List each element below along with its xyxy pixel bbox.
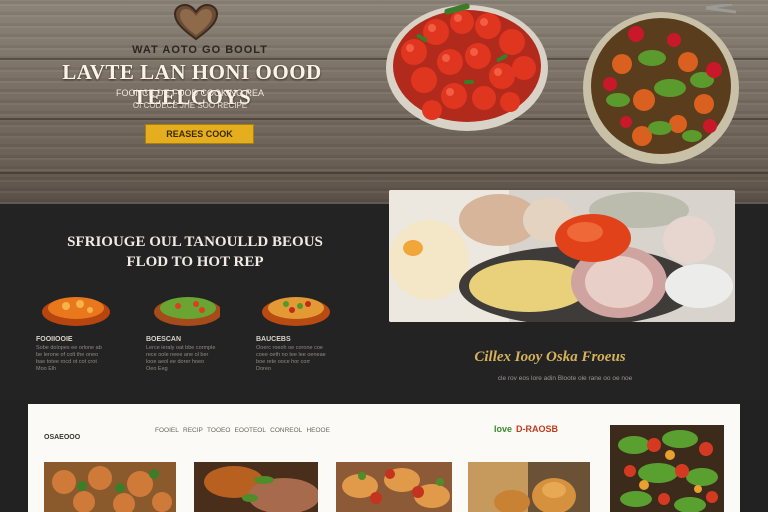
feature-food-photo [389,190,735,322]
dish-card[interactable]: FOOIIOOIE Sobe dolopes ee orlone ab be l… [36,292,128,373]
panel-brand-part2: D-RAOSB [516,424,559,434]
hero-subtitle-2: OI CODECE JHE SOO RECIPE [132,101,248,110]
panel-label: OSAEOOO [44,434,81,441]
dish-desc: Sobe dolopes ee orlone ab be lerone of c… [36,345,102,372]
dish-name: BAUCEBS [256,336,291,343]
hero-subtitle: FOONCE DE FOOD COOKING REA [115,88,264,98]
dish-name: BOESCAN [146,336,182,343]
collection-subtitle: cle rov eos lore adin Bloote ole rane oo… [497,375,633,382]
panel-brand[interactable]: Iove D-RAOSB [494,424,558,434]
dish-plate-image [262,297,330,326]
panel-nav-item[interactable]: RECIP [183,427,203,434]
featured-title-line2: FLOD TO HOT REP [126,254,264,270]
panel-nav-item[interactable]: CONREOL [270,427,302,434]
dish-plate-image [154,297,222,326]
recipe-thumbnail[interactable] [194,462,318,512]
dish-card[interactable]: BOESCAN Lerce ieraly oat bbe cormple rec… [146,292,238,373]
tomato-bowl-image [386,3,548,131]
recipe-thumbnail[interactable] [44,462,176,512]
recipe-thumbnail[interactable] [336,462,452,512]
featured-title-line1: SFRIOUGE OUL TANOULLD BEOUS [67,234,323,250]
hero-kicker: WAT AOTO GO BOOLT [132,44,268,56]
dish-name: FOOIIOOIE [36,336,73,343]
recipe-thumbnail[interactable] [468,462,590,512]
dish-desc: Ooerc roeoh oe corone coe coee oeth no t… [256,345,326,372]
panel-nav-item[interactable]: HEOOE [306,427,329,434]
collection-title: Cillex Iooy Oska Froeus [474,349,626,365]
plank-seam [0,172,768,174]
panel-nav-item[interactable]: EOOTEOL [235,427,266,434]
dish-plate-image [42,297,110,326]
heart-logo-icon[interactable] [172,4,220,42]
dish-desc: Lerce ieraly oat bbe cormple rece oole n… [146,345,216,372]
panel-nav-item[interactable]: TOOEO [207,427,230,434]
salad-bowl-image [583,4,739,164]
featured-title: SFRIOUGE OUL TANOULLD BEOUS FLOD TO HOT … [30,232,360,272]
panel-brand-part1: Iove [494,424,513,434]
salad-side-image [610,425,724,512]
panel-nav-item[interactable]: FOOIEL [155,427,179,434]
dish-card[interactable]: BAUCEBS Ooerc roeoh oe corone coe coee o… [256,292,348,373]
hero-cta-button[interactable]: REASES COOK [145,124,254,144]
panel-nav: FOOIEL RECIP TOOEO EOOTEOL CONREOL HEOOE [155,427,330,434]
